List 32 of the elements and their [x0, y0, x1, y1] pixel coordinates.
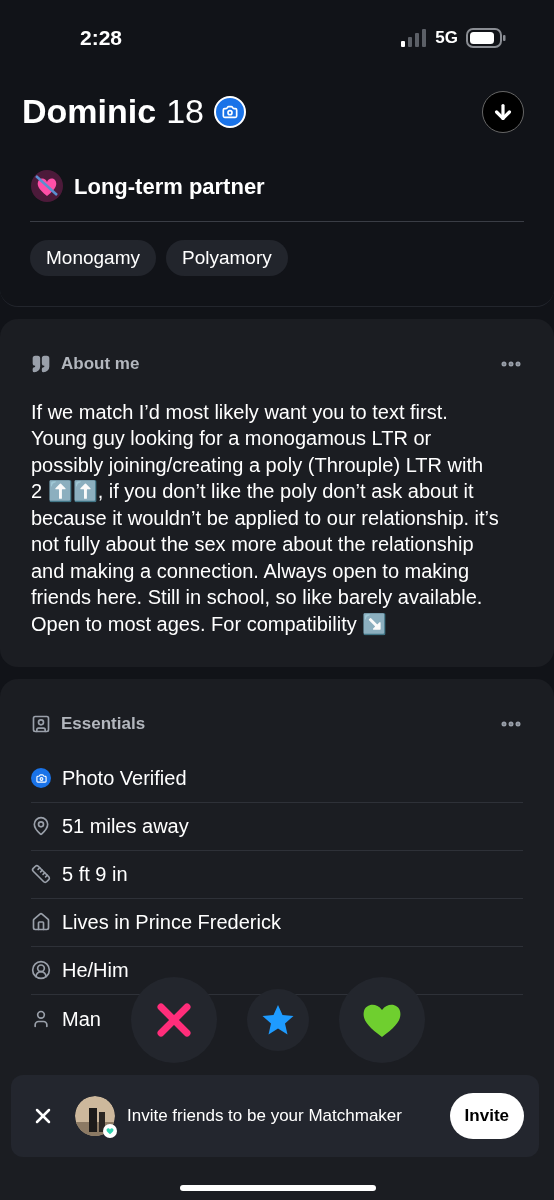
- close-icon: [156, 1002, 192, 1038]
- star-icon: [261, 1004, 295, 1036]
- profile-age: 18: [166, 91, 204, 132]
- signal-icon: [401, 29, 428, 47]
- status-time: 2:28: [80, 25, 123, 52]
- about-text: If we match I’d most likely want you to text first. Young guy looking for a monogamous LTR or possibly joining/creating a poly (Throuple) LTR with 2 ⬆⬆, if you don’t like the poly don’t ask about it because it wouldn’t be applied to our relationship. it’s not fully about the sex more about the relationship and making a connection. Always open to making friends here. Still in school, so like barely available. Open to most ages. For compatibility ↘: [31, 399, 499, 637]
- essential-label: He/Him: [62, 958, 129, 983]
- location-pin-icon: [31, 816, 51, 836]
- essential-label: 5 ft 9 in: [62, 862, 128, 887]
- heart-badge-icon: [103, 1124, 117, 1138]
- person-icon: [31, 1008, 51, 1029]
- verified-camera-icon: [31, 768, 51, 788]
- network-label: 5G: [435, 27, 458, 50]
- essential-label: 51 miles away: [62, 814, 189, 839]
- section-title: Essentials: [61, 713, 146, 735]
- invite-text: Invite friends to be your Matchmaker: [127, 1105, 403, 1128]
- tag-chip: Polyamory: [166, 240, 288, 276]
- invite-button[interactable]: Invite: [449, 1093, 524, 1139]
- essential-label: Lives in Prince Frederick: [62, 910, 281, 935]
- essential-label: Man: [62, 1006, 101, 1032]
- quote-icon: [31, 353, 51, 374]
- person-bubble-icon: [31, 960, 51, 980]
- battery-icon: [466, 28, 506, 48]
- section-title: About me: [61, 353, 140, 375]
- profile-name: Dominic: [22, 91, 157, 132]
- scroll-down-button[interactable]: [482, 90, 524, 133]
- essential-label: Photo Verified: [62, 766, 187, 791]
- ruler-icon: [31, 864, 51, 884]
- profile-card-icon: [31, 713, 51, 734]
- looking-for-label: Long-term partner: [74, 172, 265, 201]
- tag-chip: Monogamy: [30, 240, 156, 276]
- house-icon: [31, 912, 51, 932]
